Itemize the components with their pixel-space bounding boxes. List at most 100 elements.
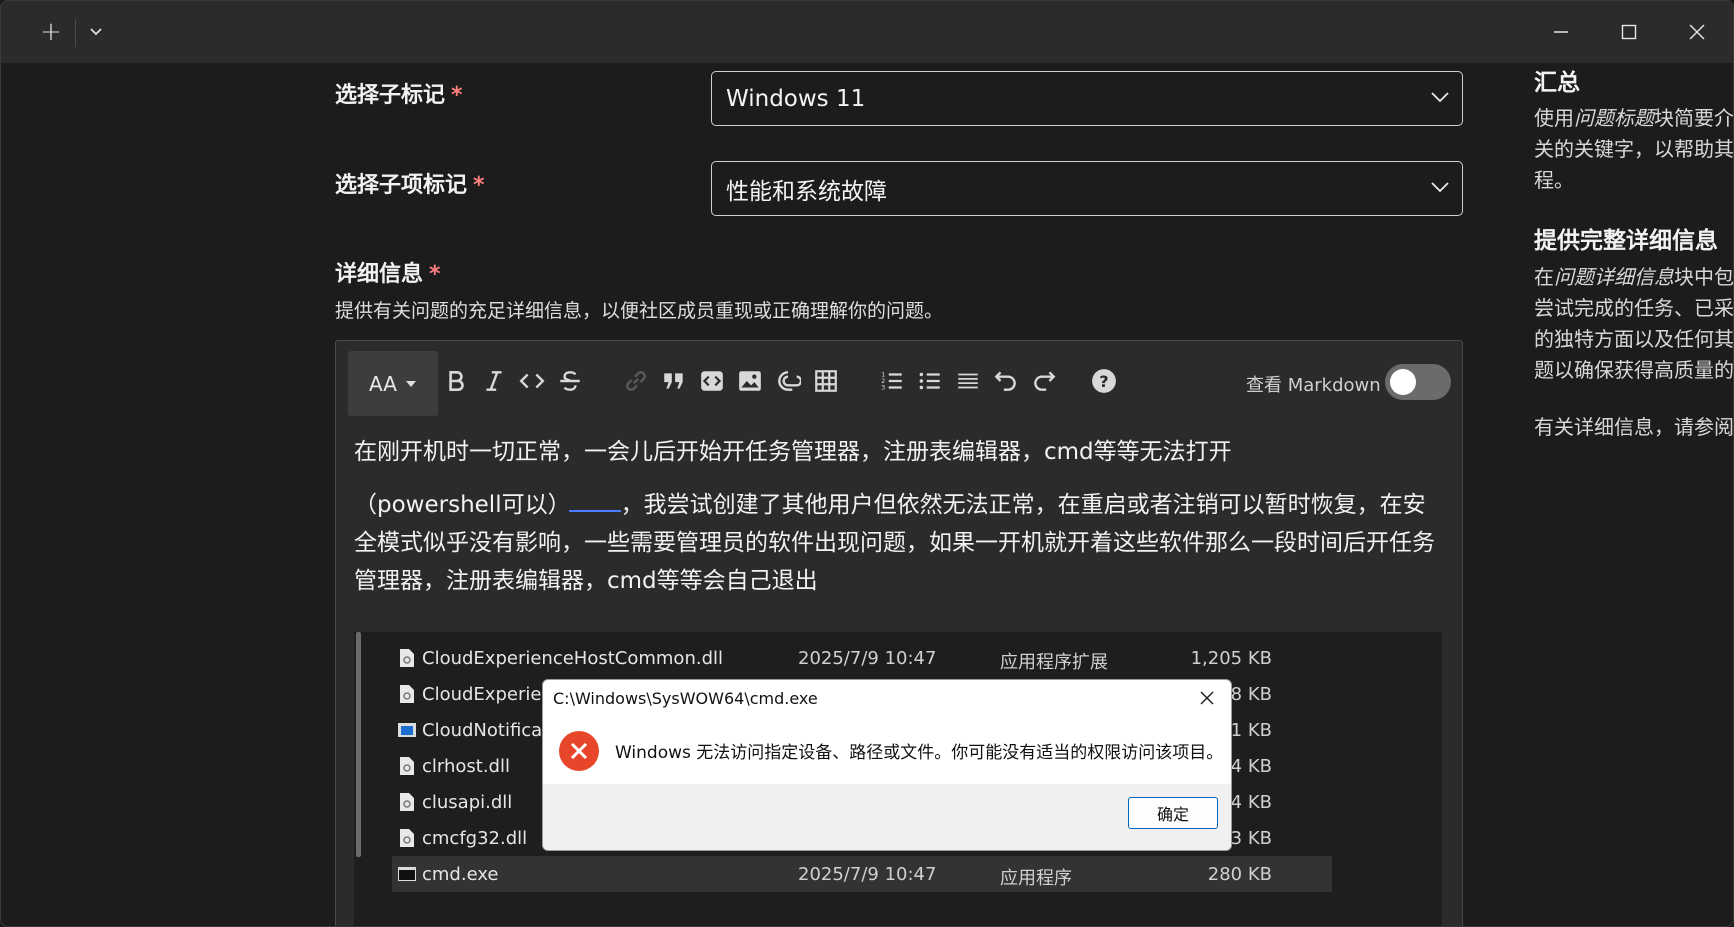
required-marker: *	[429, 262, 441, 287]
italic-button[interactable]	[478, 365, 510, 397]
strikethrough-button[interactable]	[554, 365, 586, 397]
file-name: CloudExperienceHostCommon.dll	[422, 648, 723, 669]
file-type: 应用程序	[1000, 868, 1072, 889]
horizontal-rule-button[interactable]	[952, 365, 984, 397]
bullet-list-button[interactable]	[914, 365, 946, 397]
dll-file-icon	[400, 829, 414, 847]
subtag-select-value: Windows 11	[726, 85, 866, 112]
markdown-toggle[interactable]	[1385, 364, 1451, 400]
new-tab-button[interactable]: +	[33, 15, 69, 49]
chevron-down-icon	[1431, 182, 1449, 193]
details-line: 在问题详细信息块中包	[1534, 265, 1734, 289]
rich-text-editor[interactable]: AA 1 2 3 ? 查看 Markdown 在刚开机时一切正常，一会儿后开始开…	[335, 340, 1463, 926]
tab-dropdown-button[interactable]	[81, 15, 111, 49]
titlebar-divider	[75, 19, 76, 47]
link-button[interactable]	[620, 365, 652, 397]
help-button[interactable]: ?	[1088, 365, 1120, 397]
minimize-button[interactable]	[1533, 11, 1589, 53]
subtag-select[interactable]: Windows 11	[711, 71, 1463, 126]
editor-paragraph: （powershell可以） ，我尝试创建了其他用户但依然无法正常，在重启或者注销…	[354, 486, 1446, 600]
code-block-icon	[701, 371, 723, 391]
details-line: 题以确保获得高质量的	[1534, 358, 1734, 382]
strikethrough-icon	[560, 371, 580, 391]
error-icon	[559, 731, 599, 771]
summary-line: 使用问题标题块简要介	[1534, 106, 1734, 130]
summary-line: 关的关键字，以帮助其	[1534, 137, 1734, 161]
file-name: CloudNotificati	[422, 720, 555, 741]
ordered-list-icon: 123	[881, 371, 902, 392]
chevron-down-icon	[1431, 92, 1449, 103]
details-heading: 提供完整详细信息	[1534, 228, 1718, 254]
summary-heading: 汇总	[1534, 70, 1580, 96]
maximize-button[interactable]	[1601, 11, 1657, 53]
help-icon: ?	[1092, 369, 1116, 393]
redo-icon	[1034, 371, 1056, 391]
font-size-button[interactable]: AA	[348, 351, 438, 416]
minimize-icon	[1554, 31, 1568, 33]
subitem-label: 选择子项标记 *	[335, 173, 485, 198]
required-marker: *	[473, 173, 485, 198]
font-size-label: AA	[369, 371, 397, 396]
undo-icon	[994, 371, 1016, 391]
file-date: 2025/7/9 10:47	[798, 648, 937, 669]
image-icon	[739, 371, 761, 391]
image-button[interactable]	[734, 365, 766, 397]
page-content: 选择子标记 * Windows 11 选择子项标记 * 性能和系统故障 详细信息 * …	[1, 63, 1734, 926]
details-guidance-text: 在问题详细信息块中包 尝试完成的任务、已采 的独特方面以及任何其 题以确保获得高…	[1534, 262, 1734, 386]
dll-file-icon	[400, 685, 414, 703]
file-name: cmcfg32.dll	[422, 828, 528, 849]
spellcheck-underline	[568, 492, 621, 512]
ordered-list-button[interactable]: 123	[876, 365, 908, 397]
markdown-toggle-label: 查看 Markdown	[1246, 375, 1381, 396]
embed-button[interactable]	[772, 365, 804, 397]
bold-icon	[449, 371, 464, 391]
dialog-footer: 确定	[543, 784, 1231, 850]
link-icon	[626, 371, 646, 391]
svg-text:?: ?	[1099, 372, 1108, 391]
plus-icon: +	[40, 17, 62, 47]
maximize-icon	[1621, 24, 1637, 40]
more-info-text: 有关详细信息，请参阅	[1534, 415, 1734, 439]
editor-text: （powershell可以）	[354, 492, 571, 518]
bullet-list-icon	[919, 372, 940, 390]
details-line: 尝试完成的任务、已采	[1534, 296, 1734, 320]
details-label: 详细信息 *	[335, 262, 441, 287]
file-row: cmd.exe 2025/7/9 10:47 应用程序 280 KB	[392, 856, 1332, 892]
file-name: clusapi.dll	[422, 792, 513, 813]
close-window-button[interactable]	[1669, 11, 1725, 53]
file-size: 280 KB	[1207, 864, 1272, 885]
redo-button[interactable]	[1028, 365, 1060, 397]
table-button[interactable]	[810, 365, 842, 397]
dll-file-icon	[400, 793, 414, 811]
scrollbar	[356, 632, 361, 857]
file-row: CloudExperienceHostCommon.dll 2025/7/9 10…	[392, 640, 1332, 676]
italic-icon	[486, 371, 502, 391]
subtag-label: 选择子标记 *	[335, 83, 463, 108]
app-window-icon	[398, 723, 416, 737]
bold-button[interactable]	[440, 365, 472, 397]
svg-text:3: 3	[881, 384, 885, 392]
details-line: 的独特方面以及任何其	[1534, 327, 1734, 351]
dialog-close-button	[1195, 686, 1219, 710]
undo-button[interactable]	[990, 365, 1022, 397]
dialog-body: Windows 无法访问指定设备、路径或文件。你可能没有适当的权限访问该项目。	[543, 718, 1231, 784]
close-icon	[1689, 24, 1705, 40]
close-icon	[1200, 691, 1214, 705]
subitem-select[interactable]: 性能和系统故障	[711, 161, 1463, 216]
file-size: 1,205 KB	[1190, 648, 1272, 669]
file-name: clrhost.dll	[422, 756, 510, 777]
quote-button[interactable]	[658, 365, 690, 397]
dialog-message: Windows 无法访问指定设备、路径或文件。你可能没有适当的权限访问该项目。	[615, 743, 1224, 763]
code-block-button[interactable]	[696, 365, 728, 397]
file-type: 应用程序扩展	[1000, 652, 1108, 673]
embed-icon	[778, 371, 801, 391]
chevron-down-icon	[90, 28, 102, 36]
file-name: cmd.exe	[422, 864, 499, 885]
file-date: 2025/7/9 10:47	[798, 864, 937, 885]
editor-toolbar: AA 1 2 3 ? 查看 Markdown	[336, 341, 1462, 421]
inline-code-button[interactable]	[516, 365, 548, 397]
dll-file-icon	[400, 649, 414, 667]
required-marker: *	[451, 83, 463, 108]
summary-text: 使用问题标题块简要介 关的关键字，以帮助其 程。	[1534, 103, 1734, 196]
terminal-icon	[398, 867, 416, 881]
